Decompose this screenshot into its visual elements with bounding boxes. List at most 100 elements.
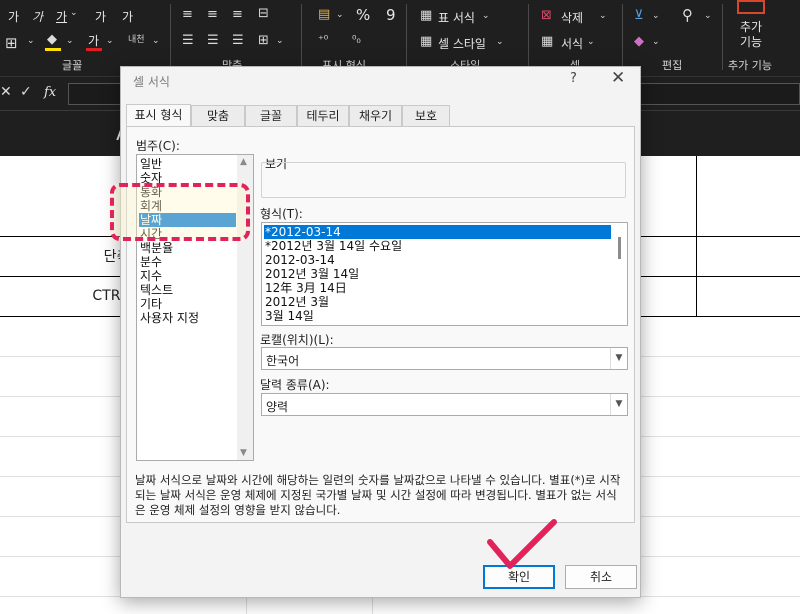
format-button[interactable]: 서식 <box>561 35 583 52</box>
list-item[interactable]: 지수 <box>139 269 162 283</box>
addins-button-line2[interactable]: 기능 <box>740 33 762 50</box>
list-item[interactable]: *2012년 3월 14일 수요일 <box>264 239 402 253</box>
category-label: 범주(C): <box>136 139 180 153</box>
list-item[interactable]: 기타 <box>139 297 162 311</box>
scroll-down-icon[interactable]: ▼ <box>240 448 247 458</box>
tab-fill[interactable]: 채우기 <box>349 105 402 127</box>
underline-button[interactable]: 가 <box>56 8 67 25</box>
fill-color-swatch <box>45 48 61 51</box>
chevron-down-icon[interactable]: ⌄ <box>70 8 78 18</box>
type-list[interactable]: *2012-03-14 *2012년 3월 14일 수요일 2012-03-14… <box>261 222 628 326</box>
ribbon: 가 가 가 ⌄ 가 가 ⊞ ⌄ ◆ ⌄ 가 ⌄ 내천 ⌄ 글꼴 ≡ ≡ ≡ ⊟ … <box>0 0 800 76</box>
chevron-down-icon[interactable]: ⌄ <box>336 10 344 20</box>
increase-font-button[interactable]: 가 <box>95 8 106 25</box>
list-item[interactable]: 일반 <box>139 157 162 171</box>
accounting-format-icon[interactable]: ▤ <box>318 7 330 22</box>
bold-button[interactable]: 가 <box>8 8 19 25</box>
align-bottom-icon[interactable]: ≡ <box>232 7 243 22</box>
calendar-label: 달력 종류(A): <box>260 378 330 392</box>
list-item[interactable]: 분수 <box>139 255 162 269</box>
insert-function-button[interactable]: fx <box>44 85 56 100</box>
list-item[interactable]: 사용자 지정 <box>139 311 199 325</box>
list-item[interactable]: 12年 3月 14日 <box>264 281 347 295</box>
tab-alignment[interactable]: 맞춤 <box>191 105 245 127</box>
cell-styles-icon[interactable]: ▦ <box>420 34 432 49</box>
cancel-button[interactable]: 취소 <box>565 565 637 589</box>
group-label-edit: 편집 <box>662 59 683 72</box>
column-border <box>696 156 697 316</box>
chevron-down-icon[interactable]: ⌄ <box>652 37 660 47</box>
format-as-table-button[interactable]: 표 서식 <box>438 9 475 26</box>
merge-cells-icon[interactable]: ⊞ <box>258 33 269 48</box>
chevron-down-icon[interactable]: ⌄ <box>587 37 595 47</box>
fill-down-icon[interactable]: ⊻ <box>634 8 644 23</box>
align-middle-icon[interactable]: ≡ <box>207 7 218 22</box>
align-right-icon[interactable]: ☰ <box>232 33 244 48</box>
italic-button[interactable]: 가 <box>32 8 43 25</box>
chevron-down-icon[interactable]: ⌄ <box>66 36 74 46</box>
chevron-down-icon[interactable]: ⌄ <box>599 11 607 21</box>
locale-value: 한국어 <box>266 354 300 368</box>
list-item[interactable]: 2012년 3월 <box>264 295 329 309</box>
cell-styles-button[interactable]: 셀 스타일 <box>438 35 486 52</box>
font-color-swatch <box>86 48 102 51</box>
comma-button[interactable]: 9 <box>386 6 396 24</box>
checkmark-icon <box>487 519 557 569</box>
close-button[interactable]: ✕ <box>611 68 625 88</box>
addins-icon[interactable] <box>737 0 765 14</box>
chevron-down-icon[interactable]: ⌄ <box>106 36 114 46</box>
align-top-icon[interactable]: ≡ <box>182 7 193 22</box>
locale-select[interactable]: 한국어 ▼ <box>261 347 628 370</box>
decrease-decimal-icon[interactable]: ⁰₀ <box>352 33 361 46</box>
chevron-down-icon[interactable]: ⌄ <box>276 36 284 46</box>
chevron-down-icon[interactable]: ▼ <box>610 394 627 415</box>
align-left-icon[interactable]: ☰ <box>182 33 194 48</box>
chevron-down-icon[interactable]: ⌄ <box>152 36 160 46</box>
list-item[interactable]: 2012-03-14 <box>264 253 335 267</box>
wrap-text-icon[interactable]: ⊟ <box>258 6 269 21</box>
locale-label: 로캘(위치)(L): <box>260 333 334 347</box>
table-icon[interactable]: ▦ <box>420 8 432 23</box>
list-item[interactable]: 2012년 3월 14일 <box>264 267 359 281</box>
list-item[interactable]: 백분율 <box>139 241 173 255</box>
borders-icon[interactable]: ⊞ <box>5 34 18 52</box>
tab-border[interactable]: 테두리 <box>297 105 349 127</box>
delete-button[interactable]: 삭제 <box>561 9 583 26</box>
list-item-selected[interactable]: *2012-03-14 <box>264 225 611 239</box>
enter-formula-icon[interactable]: ✓ <box>20 84 32 100</box>
chevron-down-icon[interactable]: ⌄ <box>27 36 35 46</box>
ribbon-divider <box>170 4 171 70</box>
align-center-icon[interactable]: ☰ <box>207 33 219 48</box>
chevron-down-icon[interactable]: ⌄ <box>482 11 490 21</box>
increase-decimal-icon[interactable]: ⁺⁰ <box>318 33 328 46</box>
ribbon-divider <box>301 4 302 70</box>
list-item[interactable]: 3월 14일 <box>264 309 314 323</box>
clear-icon[interactable]: ◆ <box>634 34 644 49</box>
chevron-down-icon[interactable]: ⌄ <box>496 37 504 47</box>
scroll-thumb[interactable] <box>618 237 621 259</box>
chevron-down-icon[interactable]: ⌄ <box>704 11 712 21</box>
decrease-font-button[interactable]: 가 <box>122 8 133 25</box>
calendar-value: 양력 <box>266 400 289 414</box>
phonetic-button[interactable]: 내천 <box>128 32 145 45</box>
cancel-formula-icon[interactable]: ✕ <box>0 84 12 100</box>
list-item[interactable]: 텍스트 <box>139 283 173 297</box>
percent-button[interactable]: % <box>356 6 370 24</box>
fill-color-icon[interactable]: ◆ <box>47 32 57 47</box>
chevron-down-icon[interactable]: ⌄ <box>652 11 660 21</box>
search-icon[interactable]: ⚲ <box>682 6 693 24</box>
sample-box <box>261 162 626 198</box>
type-label: 형식(T): <box>260 207 303 221</box>
calendar-select[interactable]: 양력 ▼ <box>261 393 628 416</box>
tab-number[interactable]: 표시 형식 <box>126 104 191 128</box>
format-cells-icon[interactable]: ▦ <box>541 34 553 49</box>
font-color-button[interactable]: 가 <box>88 32 99 49</box>
tab-protection[interactable]: 보호 <box>402 105 450 127</box>
chevron-down-icon[interactable]: ▼ <box>610 348 627 369</box>
tab-font[interactable]: 글꼴 <box>245 105 297 127</box>
delete-cells-icon[interactable]: ⊠ <box>541 8 552 23</box>
scroll-up-icon[interactable]: ▲ <box>240 157 247 167</box>
ribbon-divider <box>622 4 623 70</box>
help-button[interactable]: ? <box>570 71 577 86</box>
type-scrollbar[interactable] <box>613 223 627 325</box>
